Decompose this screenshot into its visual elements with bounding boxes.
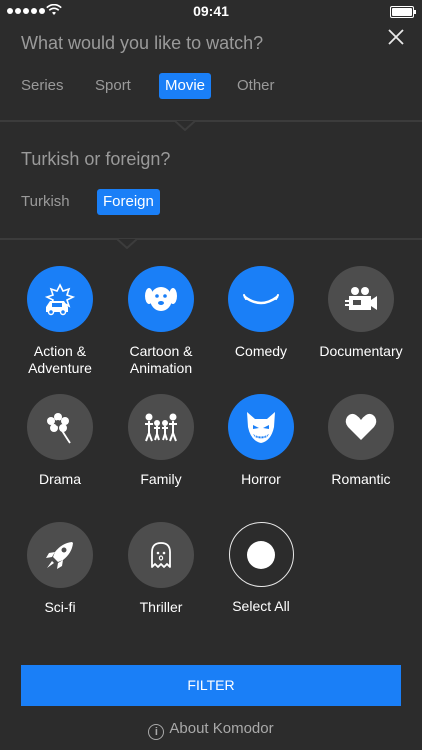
type-option-sport[interactable]: Sport <box>89 73 137 99</box>
type-option-series[interactable]: Series <box>15 73 70 99</box>
category-circle <box>27 394 93 460</box>
type-question: What would you like to watch? <box>21 33 264 53</box>
category-label: Cartoon & Animation <box>129 343 193 376</box>
monster-face-icon <box>247 412 275 443</box>
info-icon: i <box>148 724 165 740</box>
status-time: 09:41 <box>193 3 229 19</box>
category-circle <box>128 266 194 332</box>
filter-button[interactable]: FILTER <box>21 665 401 706</box>
section-divider <box>0 120 422 122</box>
category-label: Horror <box>241 471 281 487</box>
flower-icon <box>47 413 71 444</box>
dog-face-icon <box>145 287 177 311</box>
category-circle <box>128 522 194 588</box>
about-label: About Komodor <box>169 720 274 737</box>
category-family[interactable]: Family <box>111 394 211 488</box>
category-circle <box>228 394 294 460</box>
category-circle <box>228 266 294 332</box>
smile-icon <box>243 294 279 305</box>
select-all-button[interactable]: Select All <box>211 522 311 615</box>
battery-icon <box>390 6 416 18</box>
category-cartoon-animation[interactable]: Cartoon & Animation <box>111 266 211 377</box>
type-option-other[interactable]: Other <box>231 73 281 99</box>
category-comedy[interactable]: Comedy <box>211 266 311 360</box>
category-label: Family <box>140 471 182 487</box>
category-drama[interactable]: Drama <box>10 394 110 488</box>
close-icon[interactable] <box>386 27 406 47</box>
category-label: Romantic <box>331 471 391 487</box>
category-action-adventure[interactable]: Action & Adventure <box>10 266 110 377</box>
category-label: Thriller <box>139 599 183 615</box>
category-circle <box>128 394 194 460</box>
dot-icon <box>247 540 275 569</box>
category-thriller[interactable]: Thriller <box>111 522 211 616</box>
category-romantic[interactable]: Romantic <box>311 394 411 488</box>
category-label: Comedy <box>234 343 288 359</box>
pointer-notch <box>117 239 137 249</box>
type-option-movie[interactable]: Movie <box>159 73 212 99</box>
category-label: Drama <box>38 471 81 487</box>
video-camera-icon <box>345 287 377 310</box>
category-label: Sci-fi <box>44 599 76 615</box>
category-label: Documentary <box>319 343 403 359</box>
status-bar: 09:41 <box>0 0 422 22</box>
category-circle <box>328 394 394 460</box>
category-horror[interactable]: Horror <box>211 394 311 488</box>
category-circle <box>27 522 93 588</box>
category-circle <box>27 266 93 332</box>
category-circle <box>328 266 394 332</box>
section-divider <box>0 238 422 240</box>
category-sci-fi[interactable]: Sci-fi <box>10 522 110 616</box>
origin-option-foreign[interactable]: Foreign <box>97 189 160 215</box>
pointer-notch <box>175 121 195 131</box>
family-icon <box>145 413 177 442</box>
category-label: Action & Adventure <box>28 343 92 376</box>
about-link[interactable]: i About Komodor <box>0 720 422 740</box>
category-circle <box>228 522 294 587</box>
car-crash-icon <box>44 283 76 316</box>
rocket-icon <box>46 542 73 569</box>
heart-icon <box>345 413 377 440</box>
category-label: Select All <box>232 598 290 614</box>
category-documentary[interactable]: Documentary <box>311 266 411 360</box>
ghost-icon <box>151 542 171 568</box>
origin-option-turkish[interactable]: Turkish <box>15 189 76 215</box>
origin-question: Turkish or foreign? <box>21 149 171 169</box>
